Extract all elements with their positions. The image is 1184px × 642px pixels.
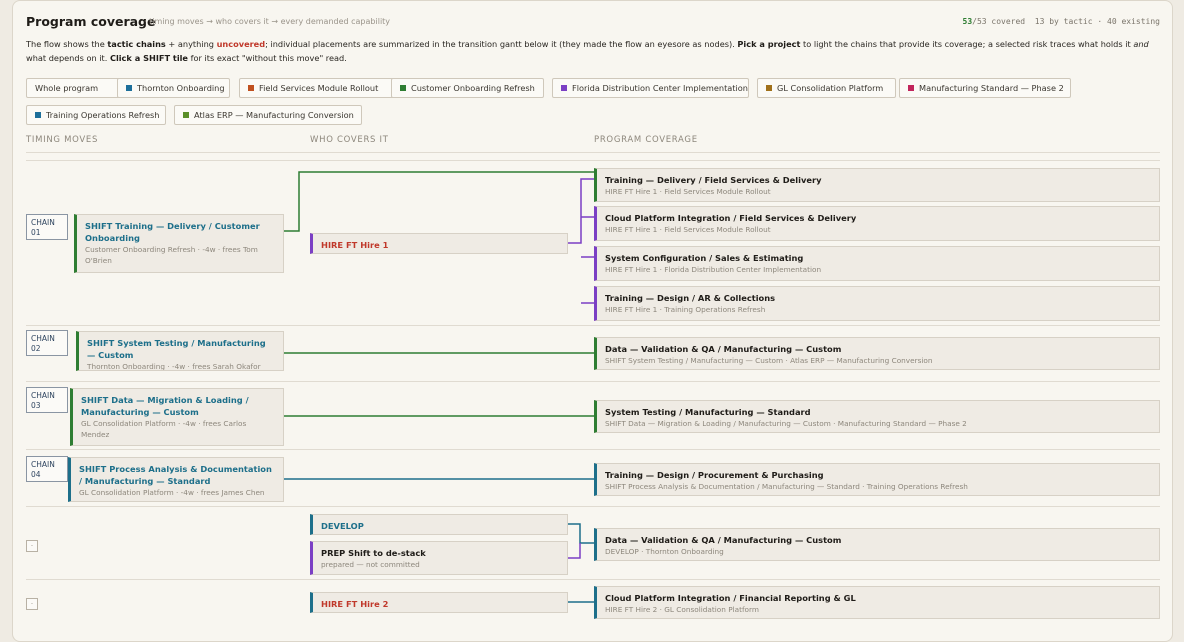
cover-node-title: HIRE FT Hire 1 bbox=[321, 240, 389, 250]
shift-tile-title: SHIFT Process Analysis & Documentation /… bbox=[79, 464, 272, 486]
shift-tile-detail: GL Consolidation Platform · -4w · frees … bbox=[79, 488, 265, 497]
coverage-capability: Training — Design / Procurement & Purcha… bbox=[605, 470, 824, 480]
uncovered-marker: · bbox=[26, 540, 38, 552]
shift-tile-detail: GL Consolidation Platform · -4w · frees … bbox=[81, 419, 247, 439]
coverage-source: SHIFT Data — Migration & Loading / Manuf… bbox=[605, 419, 967, 428]
coverage-source: DEVELOP · Thornton Onboarding bbox=[605, 547, 724, 556]
connector-line bbox=[567, 543, 581, 559]
coverage-row[interactable]: Data — Validation & QA / Manufacturing —… bbox=[594, 337, 1160, 370]
coverage-capability: Training — Delivery / Field Services & D… bbox=[605, 175, 822, 185]
shift-tile[interactable]: SHIFT Data — Migration & Loading / Manuf… bbox=[70, 388, 284, 446]
shift-tile[interactable]: SHIFT Process Analysis & Documentation /… bbox=[68, 457, 284, 502]
coverage-capability: Training — Design / AR & Collections bbox=[605, 293, 776, 303]
coverage-source: HIRE FT Hire 1 · Training Operations Ref… bbox=[605, 305, 766, 314]
coverage-source: HIRE FT Hire 1 · Florida Distribution Ce… bbox=[605, 265, 822, 274]
shift-tile-title: SHIFT Data — Migration & Loading / Manuf… bbox=[81, 395, 249, 417]
cover-node[interactable]: PREP Shift to de-stack prepared — not co… bbox=[310, 541, 568, 575]
shift-tile[interactable]: SHIFT System Testing / Manufacturing — C… bbox=[76, 331, 284, 371]
coverage-row[interactable]: Training — Delivery / Field Services & D… bbox=[594, 168, 1160, 202]
coverage-source: HIRE FT Hire 1 · Field Services Module R… bbox=[605, 225, 771, 234]
connector-line bbox=[567, 523, 594, 544]
coverage-capability: Cloud Platform Integration / Field Servi… bbox=[605, 213, 857, 223]
shift-tile[interactable]: SHIFT Training — Delivery / Customer Onb… bbox=[74, 214, 284, 273]
coverage-source: HIRE FT Hire 2 · GL Consolidation Platfo… bbox=[605, 605, 759, 614]
coverage-row[interactable]: System Testing / Manufacturing — Standar… bbox=[594, 400, 1160, 433]
coverage-row[interactable]: Training — Design / AR & Collections HIR… bbox=[594, 286, 1160, 321]
coverage-row[interactable]: Data — Validation & QA / Manufacturing —… bbox=[594, 528, 1160, 561]
coverage-row[interactable]: System Configuration / Sales & Estimatin… bbox=[594, 246, 1160, 281]
cover-node[interactable]: HIRE FT Hire 2 bbox=[310, 592, 568, 613]
coverage-capability: System Testing / Manufacturing — Standar… bbox=[605, 407, 811, 417]
shift-tile-title: SHIFT Training — Delivery / Customer Onb… bbox=[85, 221, 260, 243]
coverage-capability: System Configuration / Sales & Estimatin… bbox=[605, 253, 804, 263]
chain-label: CHAIN 04 bbox=[26, 456, 68, 482]
cover-node-title: HIRE FT Hire 2 bbox=[321, 599, 389, 609]
shift-tile-detail: Thornton Onboarding · -4w · frees Sarah … bbox=[87, 362, 261, 371]
connector-line bbox=[567, 178, 594, 304]
shift-tile-detail: Customer Onboarding Refresh · -4w · free… bbox=[85, 245, 258, 265]
shift-tile-title: SHIFT System Testing / Manufacturing — C… bbox=[87, 338, 266, 360]
cover-node-title: PREP Shift to de-stack bbox=[321, 548, 426, 558]
cover-node[interactable]: HIRE FT Hire 1 bbox=[310, 233, 568, 254]
coverage-source: SHIFT System Testing / Manufacturing — C… bbox=[605, 356, 933, 365]
cover-node[interactable]: DEVELOP bbox=[310, 514, 568, 535]
cover-node-title: DEVELOP bbox=[321, 521, 364, 531]
coverage-capability: Data — Validation & QA / Manufacturing —… bbox=[605, 535, 842, 545]
chain-label: CHAIN 03 bbox=[26, 387, 68, 413]
chain-label: CHAIN 01 bbox=[26, 214, 68, 240]
coverage-row[interactable]: Training — Design / Procurement & Purcha… bbox=[594, 463, 1160, 496]
connector-line bbox=[283, 171, 594, 232]
coverage-row[interactable]: Cloud Platform Integration / Field Servi… bbox=[594, 206, 1160, 241]
cover-node-detail: prepared — not committed bbox=[321, 560, 420, 569]
uncovered-marker: · bbox=[26, 598, 38, 610]
coverage-capability: Cloud Platform Integration / Financial R… bbox=[605, 593, 856, 603]
coverage-row[interactable]: Cloud Platform Integration / Financial R… bbox=[594, 586, 1160, 619]
coverage-capability: Data — Validation & QA / Manufacturing —… bbox=[605, 344, 842, 354]
coverage-source: SHIFT Process Analysis & Documentation /… bbox=[605, 482, 968, 491]
coverage-source: HIRE FT Hire 1 · Field Services Module R… bbox=[605, 187, 771, 196]
chain-label: CHAIN 02 bbox=[26, 330, 68, 356]
program-coverage-panel: Program coverage · timing moves → who co… bbox=[12, 0, 1173, 642]
